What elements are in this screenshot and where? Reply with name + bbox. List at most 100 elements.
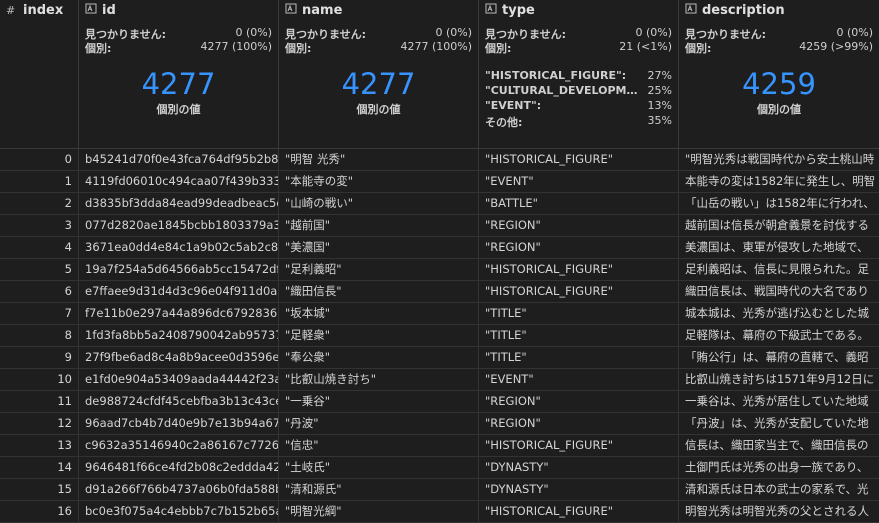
table-row[interactable]: 519a7f254a5d64566ab5cc15472df02c"足利義昭""H…: [0, 259, 879, 281]
cell-description[interactable]: 明智光秀は明智光秀の父とされる人: [679, 501, 879, 522]
column-header-description[interactable]: description 見つかりません: 0 (0%) 個別: 4259 (>99%…: [679, 0, 879, 148]
table-row[interactable]: 15 d91a266f766b4737a06b0fda588ba4 "清和源氏" "D…: [0, 479, 879, 501]
cell-id[interactable]: 96aad7cb4b7d40e9b7e13b94a67af2: [79, 413, 279, 434]
column-header-id[interactable]: id 見つかりません: 0 (0%) 個別: 4277 (100%) 4277 個別…: [79, 0, 279, 148]
cell-type[interactable]: "HISTORICAL_FIGURE": [479, 149, 679, 170]
cell-name[interactable]: "足軽衆": [279, 325, 479, 346]
cell-index[interactable]: 3: [0, 215, 79, 236]
table-row[interactable]: 0 b45241d70f0e43fca764df95b2b81f7 "明智 光秀" "…: [0, 149, 879, 171]
cell-index[interactable]: 6: [0, 281, 79, 302]
table-row[interactable]: 43671ea0dd4e84c1a9b02c5ab2c8f4ba"美濃国""RE…: [0, 237, 879, 259]
cell-id[interactable]: d3835bf3dda84ead99deadbeac5d0c: [79, 193, 279, 214]
cell-type[interactable]: "TITLE": [479, 325, 679, 346]
cell-description[interactable]: 美濃国は、東軍が侵攻した地域で、: [679, 237, 879, 258]
cell-index[interactable]: 10: [0, 369, 79, 390]
cell-description[interactable]: 比叡山焼き討ちは1571年9月12日に: [679, 369, 879, 390]
cell-type[interactable]: "REGION": [479, 237, 679, 258]
cell-index[interactable]: 1: [0, 171, 79, 192]
cell-id[interactable]: c9632a35146940c2a86167c7726d35: [79, 435, 279, 456]
cell-index[interactable]: 11: [0, 391, 79, 412]
cell-id[interactable]: f7e11b0e297a44a896dc67928368f60: [79, 303, 279, 324]
table-row[interactable]: 16 bc0e3f075a4c4ebbb7c7b152b65a56 "明智光綱" "H…: [0, 501, 879, 523]
cell-name[interactable]: "明智光綱": [279, 501, 479, 522]
cell-description[interactable]: 織田信長は、戦国時代の大名であり: [679, 281, 879, 302]
cell-description[interactable]: 一乗谷は、光秀が居住していた地域: [679, 391, 879, 412]
cell-description[interactable]: 越前国は信長が朝倉義景を討伐する: [679, 215, 879, 236]
cell-name[interactable]: "本能寺の変": [279, 171, 479, 192]
cell-index[interactable]: 13: [0, 435, 79, 456]
column-header-type[interactable]: type 見つかりません: 0 (0%) 個別: 21 (<1%) "HISTORI…: [479, 0, 679, 148]
table-row[interactable]: 10e1fd0e904a53409aada44442f23a51c"比叡山焼き討…: [0, 369, 879, 391]
cell-name[interactable]: "明智 光秀": [279, 149, 479, 170]
cell-index[interactable]: 7: [0, 303, 79, 324]
cell-name[interactable]: "越前国": [279, 215, 479, 236]
table-row[interactable]: 6 e7ffaee9d31d4d3c96e04f911d0a8f9 "織田信長" "H…: [0, 281, 879, 303]
cell-name[interactable]: "足利義昭": [279, 259, 479, 280]
cell-index[interactable]: 2: [0, 193, 79, 214]
cell-name[interactable]: "奉公衆": [279, 347, 479, 368]
cell-id[interactable]: 3671ea0dd4e84c1a9b02c5ab2c8f4ba: [79, 237, 279, 258]
cell-name[interactable]: "土岐氏": [279, 457, 479, 478]
cell-type[interactable]: "HISTORICAL_FIGURE": [479, 501, 679, 522]
cell-description[interactable]: 信長は、織田家当主で、織田信長の: [679, 435, 879, 456]
cell-id[interactable]: 4119fd06010c494caa07f439b333f4c5: [79, 171, 279, 192]
cell-type[interactable]: "DYNASTY": [479, 479, 679, 500]
table-row[interactable]: 3077d2820ae1845bcbb1803379a3d1e"越前国""REG…: [0, 215, 879, 237]
cell-type[interactable]: "HISTORICAL_FIGURE": [479, 281, 679, 302]
table-row[interactable]: 927f9fbe6ad8c4a8b9acee0d3596ed57"奉公衆""TI…: [0, 347, 879, 369]
cell-index[interactable]: 0: [0, 149, 79, 170]
cell-type[interactable]: "TITLE": [479, 303, 679, 324]
cell-name[interactable]: "織田信長": [279, 281, 479, 302]
cell-index[interactable]: 14: [0, 457, 79, 478]
cell-name[interactable]: "一乗谷": [279, 391, 479, 412]
table-row[interactable]: 7f7e11b0e297a44a896dc67928368f60"坂本城""TI…: [0, 303, 879, 325]
cell-id[interactable]: e1fd0e904a53409aada44442f23a51c: [79, 369, 279, 390]
cell-description[interactable]: 足利義昭は、信長に見限られた。足: [679, 259, 879, 280]
cell-name[interactable]: "坂本城": [279, 303, 479, 324]
cell-name[interactable]: "比叡山焼き討ち": [279, 369, 479, 390]
table-row[interactable]: 12 96aad7cb4b7d40e9b7e13b94a67af2 "丹波" "REG…: [0, 413, 879, 435]
cell-id[interactable]: bc0e3f075a4c4ebbb7c7b152b65a56: [79, 501, 279, 522]
cell-type[interactable]: "REGION": [479, 391, 679, 412]
cell-description[interactable]: 土御門氏は光秀の出身一族であり、: [679, 457, 879, 478]
table-row[interactable]: 14 9646481f66ce4fd2b08c2eddda42fc8 "土岐氏" "D…: [0, 457, 879, 479]
cell-index[interactable]: 4: [0, 237, 79, 258]
cell-type[interactable]: "DYNASTY": [479, 457, 679, 478]
cell-name[interactable]: "山崎の戦い": [279, 193, 479, 214]
cell-index[interactable]: 5: [0, 259, 79, 280]
cell-name[interactable]: "丹波": [279, 413, 479, 434]
cell-description[interactable]: 城本城は、光秀が逃げ込むとした城: [679, 303, 879, 324]
cell-description[interactable]: 清和源氏は日本の武士の家系で、光: [679, 479, 879, 500]
cell-description[interactable]: 足軽隊は、幕府の下級武士である。: [679, 325, 879, 346]
column-header-index[interactable]: # index: [0, 0, 79, 148]
cell-name[interactable]: "美濃国": [279, 237, 479, 258]
cell-type[interactable]: "REGION": [479, 413, 679, 434]
cell-id[interactable]: 1fd3fa8bb5a2408790042ab9573779: [79, 325, 279, 346]
cell-type[interactable]: "EVENT": [479, 171, 679, 192]
cell-type[interactable]: "HISTORICAL_FIGURE": [479, 259, 679, 280]
cell-index[interactable]: 15: [0, 479, 79, 500]
table-row[interactable]: 13c9632a35146940c2a86167c7726d35"信忠""HIS…: [0, 435, 879, 457]
cell-type[interactable]: "BATTLE": [479, 193, 679, 214]
cell-name[interactable]: "信忠": [279, 435, 479, 456]
cell-index[interactable]: 8: [0, 325, 79, 346]
cell-id[interactable]: 27f9fbe6ad8c4a8b9acee0d3596ed57: [79, 347, 279, 368]
column-header-name[interactable]: name 見つかりません: 0 (0%) 個別: 4277 (100%) 4277 …: [279, 0, 479, 148]
cell-type[interactable]: "REGION": [479, 215, 679, 236]
cell-id[interactable]: de988724cfdf45cebfba3b13c43ceed: [79, 391, 279, 412]
cell-id[interactable]: d91a266f766b4737a06b0fda588ba4: [79, 479, 279, 500]
cell-type[interactable]: "EVENT": [479, 369, 679, 390]
cell-description[interactable]: 「賄公行」は、幕府の直轄で、義昭: [679, 347, 879, 368]
table-row[interactable]: 11 de988724cfdf45cebfba3b13c43ceed "一乗谷" "R…: [0, 391, 879, 413]
cell-type[interactable]: "TITLE": [479, 347, 679, 368]
table-row[interactable]: 14119fd06010c494caa07f439b333f4c5"本能寺の変"…: [0, 171, 879, 193]
cell-id[interactable]: 077d2820ae1845bcbb1803379a3d1e: [79, 215, 279, 236]
cell-index[interactable]: 12: [0, 413, 79, 434]
cell-description[interactable]: "明智光秀は戦国時代から安土桃山時: [679, 149, 879, 170]
cell-name[interactable]: "清和源氏": [279, 479, 479, 500]
cell-index[interactable]: 16: [0, 501, 79, 522]
cell-id[interactable]: 9646481f66ce4fd2b08c2eddda42fc8: [79, 457, 279, 478]
cell-type[interactable]: "HISTORICAL_FIGURE": [479, 435, 679, 456]
table-row[interactable]: 8 1fd3fa8bb5a2408790042ab9573779 "足軽衆" "TIT…: [0, 325, 879, 347]
cell-description[interactable]: 「山岳の戦い」は1582年に行われ、: [679, 193, 879, 214]
